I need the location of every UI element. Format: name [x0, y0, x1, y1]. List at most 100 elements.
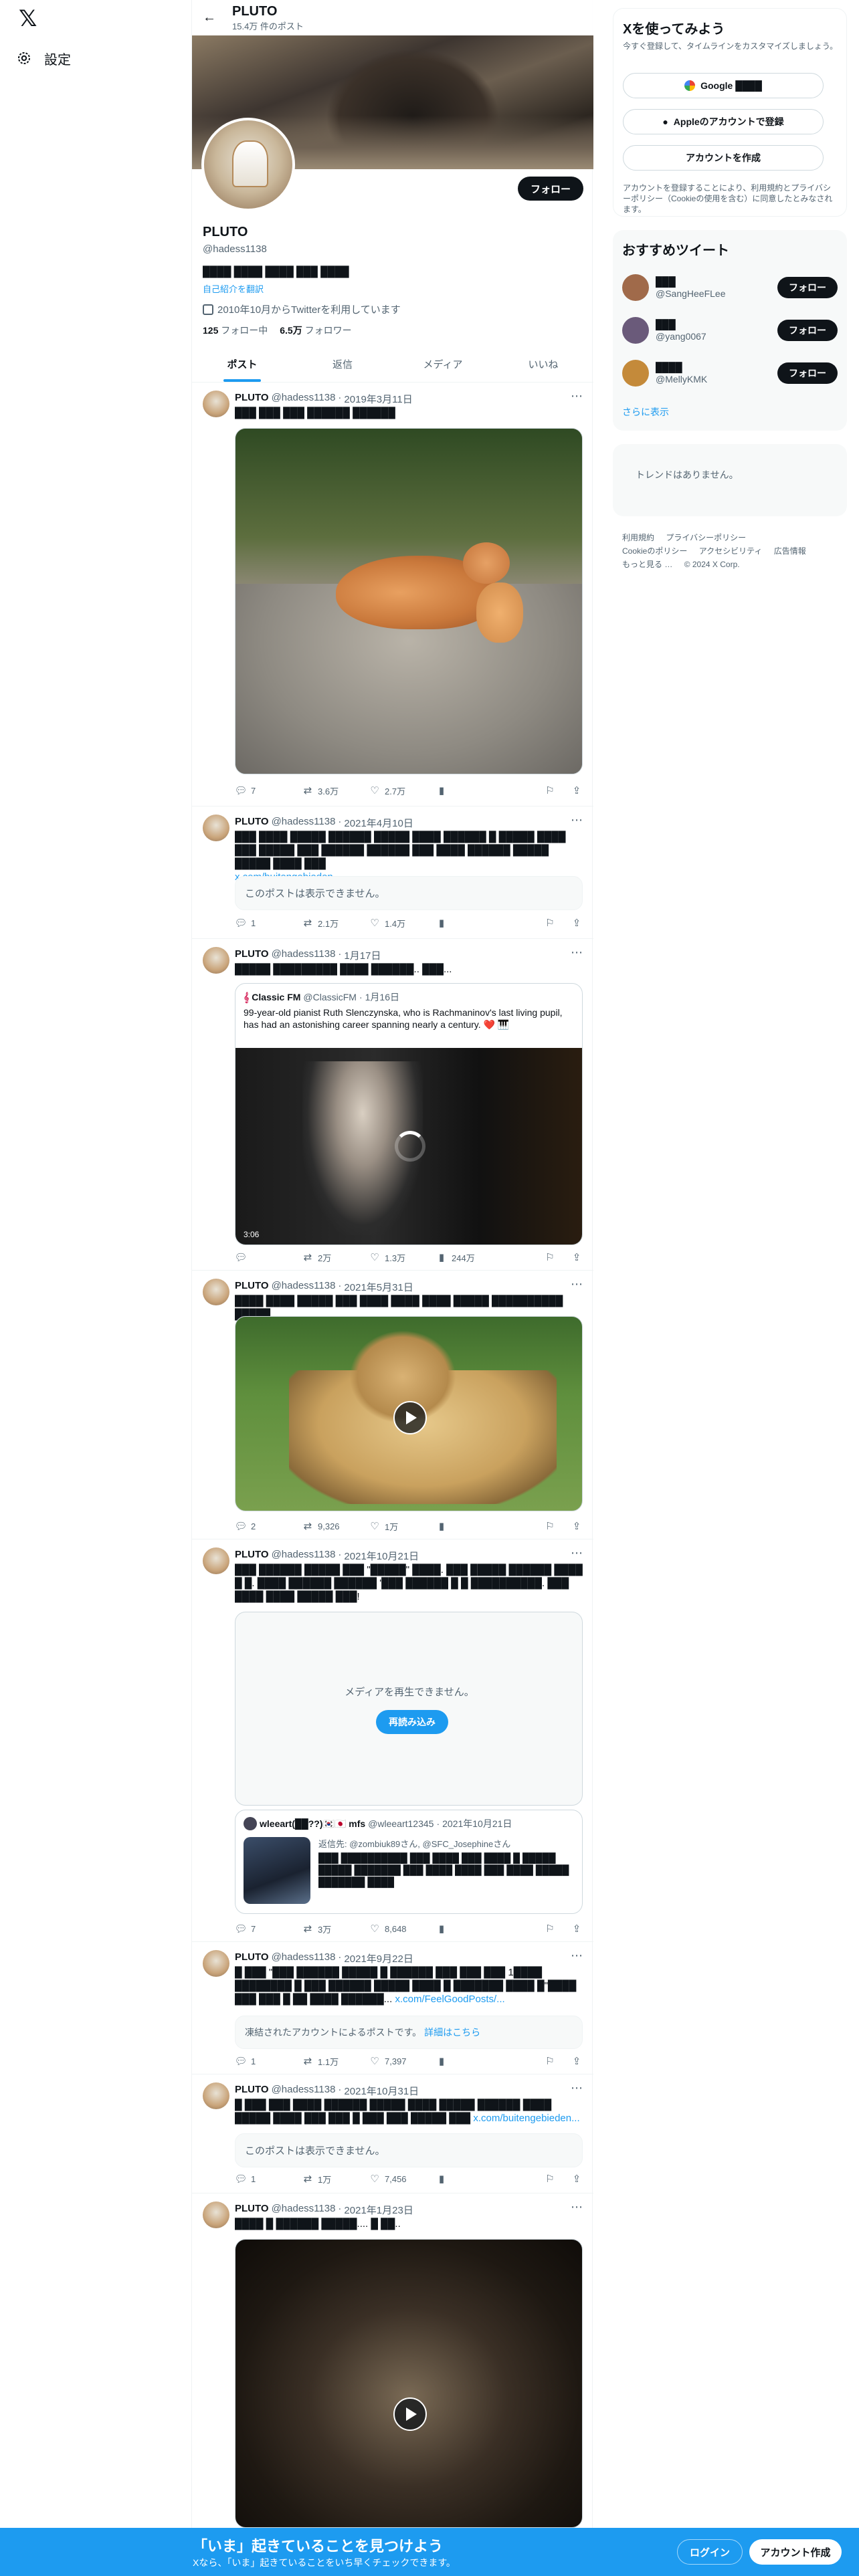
retweet-button[interactable]: ⇄ 9,326	[302, 1521, 369, 1532]
tweet-video[interactable]	[235, 1316, 583, 1511]
tweet-author-name[interactable]: PLUTO	[235, 1951, 269, 1965]
footer-privacy[interactable]: プライバシーポリシー	[666, 533, 746, 542]
tweet-author-handle[interactable]: @hadess1138	[272, 948, 336, 962]
reply-button[interactable]: 💬︎ 7	[234, 785, 302, 796]
google-signup-button[interactable]: Google ████	[623, 73, 824, 98]
tweet[interactable]: PLUTO @hadess1138 · 2021年4月10日 ⋯ ███ ███…	[192, 807, 593, 939]
analytics-button[interactable]: ▮	[436, 1923, 502, 1935]
followers-link[interactable]: 6.5万 フォロワー	[280, 324, 351, 337]
like-button[interactable]: ♡ 7,397	[369, 2056, 436, 2067]
bookmark-icon[interactable]: ⚐	[544, 1252, 556, 1263]
more-icon[interactable]: ⋯	[571, 1949, 583, 1963]
tweet-image[interactable]	[235, 428, 583, 774]
login-button[interactable]: ログイン	[677, 2539, 743, 2565]
tweet-avatar[interactable]	[203, 2082, 229, 2109]
bookmark-icon[interactable]: ⚐	[544, 1521, 556, 1532]
nav-settings[interactable]: 設定	[16, 44, 150, 72]
footer-more[interactable]: もっと見る …	[622, 560, 672, 569]
tweet[interactable]: PLUTO @hadess1138 · 2021年10月31日 ⋯ █ ███ …	[192, 2074, 593, 2193]
share-icon[interactable]: ⇪	[571, 2056, 583, 2067]
like-button[interactable]: ♡ 1.3万	[369, 1251, 436, 1264]
analytics-button[interactable]: ▮	[436, 2056, 502, 2067]
following-link[interactable]: 125 フォロー中	[203, 324, 268, 337]
bookmark-icon[interactable]: ⚐	[544, 1923, 556, 1935]
like-button[interactable]: ♡ 1.4万	[369, 917, 436, 930]
tweet[interactable]: PLUTO @hadess1138 · 1月17日 ⋯ █████ ██████…	[192, 939, 593, 1271]
tweet-date[interactable]: 2021年10月31日	[344, 2084, 419, 2098]
reply-button[interactable]: 💬︎ 1	[234, 2056, 302, 2067]
tweet[interactable]: PLUTO @hadess1138 · 2019年3月11日 ⋯ ███ ███…	[192, 383, 593, 807]
retweet-button[interactable]: ⇄ 2万	[302, 1251, 369, 1264]
analytics-button[interactable]: ▮	[436, 918, 502, 929]
tweet[interactable]: PLUTO @hadess1138 · 2021年9月22日 ⋯ █ ███ "…	[192, 1942, 593, 2074]
bookmark-icon[interactable]: ⚐	[544, 785, 556, 796]
reply-button[interactable]: 💬︎	[234, 1252, 302, 1263]
analytics-button[interactable]: ▮	[436, 2173, 502, 2185]
tweet[interactable]: PLUTO @hadess1138 · 2021年1月23日 ⋯ ████ █ …	[192, 2193, 593, 2528]
tweet-video[interactable]	[235, 2239, 583, 2528]
tweet[interactable]: PLUTO @hadess1138 · 2021年10月21日 ⋯ ███ ██…	[192, 1539, 593, 1942]
more-icon[interactable]: ⋯	[571, 2200, 583, 2214]
retweet-button[interactable]: ⇄ 2.1万	[302, 917, 369, 930]
quote-thumbnail[interactable]	[244, 1837, 310, 1904]
footer-accessibility[interactable]: アクセシビリティ	[699, 546, 763, 556]
tweet-author-name[interactable]: PLUTO	[235, 816, 269, 830]
tweet-avatar[interactable]	[203, 391, 229, 417]
recommended-user[interactable]: ███ @yang0067 フォロー	[622, 314, 838, 346]
bookmark-icon[interactable]: ⚐	[544, 2173, 556, 2185]
back-arrow-icon[interactable]: ←	[197, 6, 221, 30]
tab-likes[interactable]: いいね	[493, 346, 593, 382]
quote-tweet[interactable]: wleeart(██??)🇰🇷🇯🇵 mfs @wleeart12345 · 20…	[235, 1810, 583, 1914]
rec-follow-button[interactable]: フォロー	[777, 362, 838, 384]
reload-button[interactable]: 再読み込み	[376, 1710, 448, 1734]
show-more-link[interactable]: さらに表示	[622, 405, 669, 419]
analytics-button[interactable]: ▮ 244万	[436, 1251, 502, 1264]
tweet-author-handle[interactable]: @hadess1138	[272, 392, 336, 406]
tweet-author-handle[interactable]: @hadess1138	[272, 816, 336, 830]
x-logo-icon[interactable]: 𝕏	[19, 7, 40, 30]
details-link[interactable]: 詳細はこちら	[424, 2027, 480, 2038]
follow-button[interactable]: フォロー	[518, 177, 583, 201]
tweet-date[interactable]: 2021年10月21日	[344, 1549, 419, 1563]
reply-button[interactable]: 💬︎ 2	[234, 1521, 302, 1532]
tweet-author-name[interactable]: PLUTO	[235, 1280, 269, 1294]
rec-follow-button[interactable]: フォロー	[777, 320, 838, 341]
more-icon[interactable]: ⋯	[571, 1277, 583, 1291]
reply-button[interactable]: 💬︎ 1	[234, 2173, 302, 2185]
tweet-author-name[interactable]: PLUTO	[235, 1549, 269, 1563]
tweet-author-handle[interactable]: @hadess1138	[272, 2203, 336, 2217]
tweet-author-handle[interactable]: @hadess1138	[272, 1280, 336, 1294]
like-button[interactable]: ♡ 1万	[369, 1520, 436, 1533]
reply-button[interactable]: 💬︎ 1	[234, 918, 302, 929]
tweet-author-handle[interactable]: @hadess1138	[272, 2084, 336, 2098]
tweet-avatar[interactable]	[203, 1950, 229, 1977]
more-icon[interactable]: ⋯	[571, 1546, 583, 1560]
tab-replies[interactable]: 返信	[292, 346, 393, 382]
more-icon[interactable]: ⋯	[571, 813, 583, 827]
recommended-user[interactable]: ███ @SangHeeFLee フォロー	[622, 272, 838, 304]
retweet-button[interactable]: ⇄ 1万	[302, 2173, 369, 2185]
reply-button[interactable]: 💬︎ 7	[234, 1923, 302, 1935]
footer-ads[interactable]: 広告情報	[774, 546, 806, 556]
bookmark-icon[interactable]: ⚐	[544, 2056, 556, 2067]
analytics-button[interactable]: ▮	[436, 785, 502, 796]
more-icon[interactable]: ⋯	[571, 2081, 583, 2095]
play-icon[interactable]	[393, 2397, 427, 2431]
share-icon[interactable]: ⇪	[571, 785, 583, 796]
tweet-author-handle[interactable]: @hadess1138	[272, 1951, 336, 1965]
tweet-date[interactable]: 2021年1月23日	[344, 2203, 413, 2217]
tweet-date[interactable]: 2021年5月31日	[344, 1280, 413, 1294]
signup-button[interactable]: アカウント作成	[749, 2539, 842, 2565]
tweet-author-name[interactable]: PLUTO	[235, 948, 269, 962]
tweet-date[interactable]: 2021年4月10日	[344, 816, 413, 830]
bookmark-icon[interactable]: ⚐	[544, 918, 556, 929]
tweet-author-handle[interactable]: @hadess1138	[272, 1549, 336, 1563]
tweet-link[interactable]: x.com/FeelGoodPosts/...	[395, 1994, 504, 2005]
play-icon[interactable]	[393, 1401, 427, 1434]
share-icon[interactable]: ⇪	[571, 1923, 583, 1935]
create-account-button[interactable]: アカウントを作成	[623, 145, 824, 171]
tweet-author-name[interactable]: PLUTO	[235, 2084, 269, 2098]
tab-media[interactable]: メディア	[393, 346, 493, 382]
translate-bio-link[interactable]: 自己紹介を翻訳	[203, 282, 264, 295]
retweet-button[interactable]: ⇄ 3.6万	[302, 784, 369, 797]
